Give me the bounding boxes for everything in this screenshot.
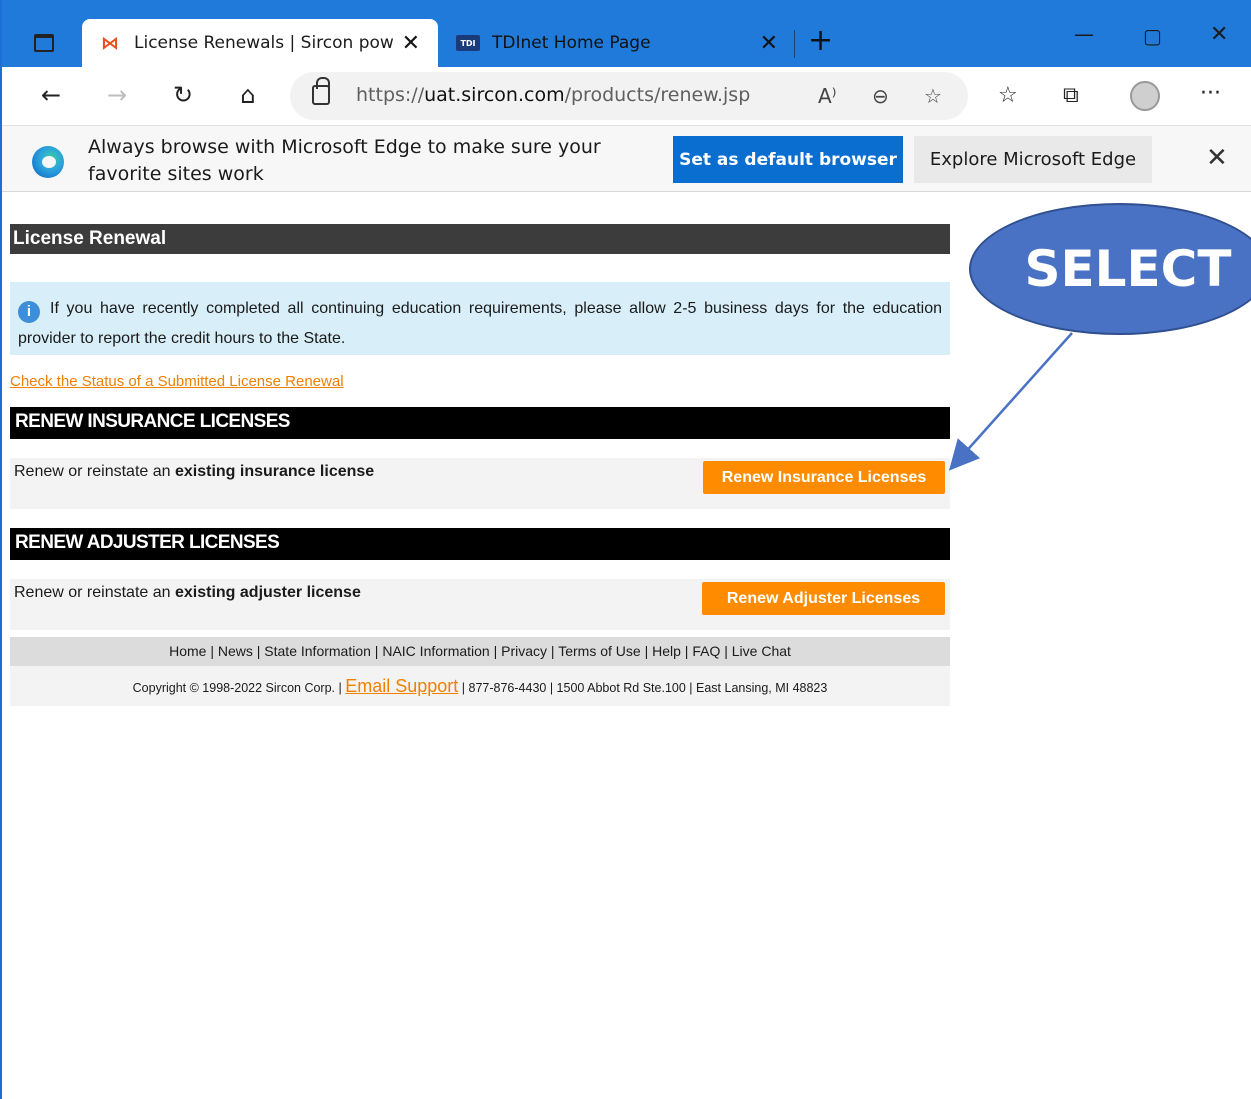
renew-adjuster-licenses-button[interactable]: Renew Adjuster Licenses	[702, 582, 945, 615]
lock-icon[interactable]	[312, 77, 330, 105]
select-callout: SELECT	[969, 203, 1251, 335]
contact-info: | 877-876-4430 | 1500 Abbot Rd Ste.100 |…	[461, 681, 828, 695]
footer-copyright: Copyright © 1998-2022 Sircon Corp. | Ema…	[10, 666, 950, 706]
sircon-icon: ⋈	[101, 32, 119, 54]
footer-link-state-information[interactable]: State Information	[264, 643, 371, 659]
insurance-section-header: RENEW INSURANCE LICENSES	[10, 407, 950, 439]
footer-link-live-chat[interactable]: Live Chat	[732, 643, 791, 659]
profile-avatar[interactable]	[1130, 81, 1160, 111]
read-aloud-icon[interactable]: A⁾	[818, 84, 837, 108]
adjuster-section-header: RENEW ADJUSTER LICENSES	[10, 528, 950, 560]
window-close-icon[interactable]: ✕	[1210, 22, 1228, 47]
footer-link-news[interactable]: News	[218, 643, 253, 659]
notice-text: If you have recently completed all conti…	[18, 300, 942, 347]
footer-links: Home | News | State Information | NAIC I…	[10, 637, 950, 666]
url-prefix: https://	[356, 84, 425, 106]
insurance-desc-prefix: Renew or reinstate an	[14, 463, 171, 480]
email-support-link[interactable]: Email Support	[345, 676, 458, 696]
home-icon[interactable]: ⌂	[233, 81, 263, 109]
tab-license-renewals[interactable]: ⋈ License Renewals | Sircon powere ✕	[82, 19, 438, 67]
set-default-browser-button[interactable]: Set as default browser	[673, 136, 903, 183]
footer-link-privacy[interactable]: Privacy	[501, 643, 547, 659]
info-icon: i	[18, 301, 40, 323]
renew-insurance-licenses-button[interactable]: Renew Insurance Licenses	[703, 461, 945, 494]
add-favorite-icon[interactable]: ☆	[924, 84, 942, 108]
check-status-link[interactable]: Check the Status of a Submitted License …	[10, 373, 950, 395]
tab-actions-button[interactable]	[30, 30, 58, 56]
insurance-section: Renew or reinstate an existing insurance…	[10, 458, 950, 509]
footer-link-terms[interactable]: Terms of Use	[558, 643, 640, 659]
page-content: License Renewal i If you have recently co…	[10, 224, 950, 706]
close-tab-icon[interactable]: ✕	[402, 31, 420, 56]
callout-text: SELECT	[1024, 240, 1232, 298]
tab-tdinet[interactable]: TDI TDInet Home Page ✕	[442, 19, 792, 67]
collections-icon[interactable]: ⧉	[1063, 83, 1079, 108]
maximize-icon[interactable]: ▢	[1143, 24, 1162, 48]
navigation-bar: ← → ↻ ⌂ https://uat.sircon.com/products/…	[2, 67, 1251, 125]
infobar-close-icon[interactable]: ✕	[1206, 143, 1228, 173]
copyright-text: Copyright © 1998-2022 Sircon Corp. |	[132, 681, 342, 695]
tdi-icon: TDI	[456, 35, 480, 51]
more-options-icon[interactable]: ···	[1200, 81, 1221, 106]
forward-icon[interactable]: →	[102, 81, 132, 109]
page-title: License Renewal	[10, 224, 950, 254]
footer-link-faq[interactable]: FAQ	[692, 643, 720, 659]
default-browser-infobar: Always browse with Microsoft Edge to mak…	[2, 125, 1251, 192]
address-bar[interactable]: https://uat.sircon.com/products/renew.js…	[290, 72, 968, 120]
adjuster-desc-prefix: Renew or reinstate an	[14, 584, 171, 601]
back-icon[interactable]: ←	[36, 81, 66, 109]
footer-link-home[interactable]: Home	[169, 643, 206, 659]
favorites-icon[interactable]: ☆	[998, 83, 1018, 108]
close-tab-icon[interactable]: ✕	[760, 31, 778, 56]
new-tab-icon[interactable]: +	[808, 26, 833, 56]
refresh-icon[interactable]: ↻	[168, 81, 198, 109]
tab-title: License Renewals | Sircon powere	[134, 33, 394, 53]
insurance-desc-bold: existing insurance license	[174, 463, 375, 480]
zoom-out-icon[interactable]: ⊖	[872, 84, 889, 108]
url-host: uat.sircon.com	[424, 84, 565, 106]
footer-link-naic-information[interactable]: NAIC Information	[382, 643, 489, 659]
info-notice: i If you have recently completed all cont…	[10, 282, 950, 355]
tab-separator	[794, 30, 795, 58]
tab-actions-icon	[34, 34, 54, 52]
adjuster-section: Renew or reinstate an existing adjuster …	[10, 579, 950, 630]
url-text[interactable]: https://uat.sircon.com/products/renew.js…	[356, 84, 750, 106]
browser-window: ⋈ License Renewals | Sircon powere ✕ TDI…	[0, 0, 1251, 1099]
edge-logo-icon	[32, 146, 64, 178]
adjuster-desc-bold: existing adjuster license	[174, 584, 361, 601]
tab-title: TDInet Home Page	[492, 33, 651, 53]
tab-bar: ⋈ License Renewals | Sircon powere ✕ TDI…	[2, 0, 1251, 67]
url-path: /products/renew.jsp	[564, 84, 751, 106]
footer-link-help[interactable]: Help	[652, 643, 681, 659]
explore-edge-button[interactable]: Explore Microsoft Edge	[914, 136, 1152, 183]
infobar-message: Always browse with Microsoft Edge to mak…	[88, 136, 601, 185]
minimize-icon[interactable]: —	[1074, 22, 1094, 46]
